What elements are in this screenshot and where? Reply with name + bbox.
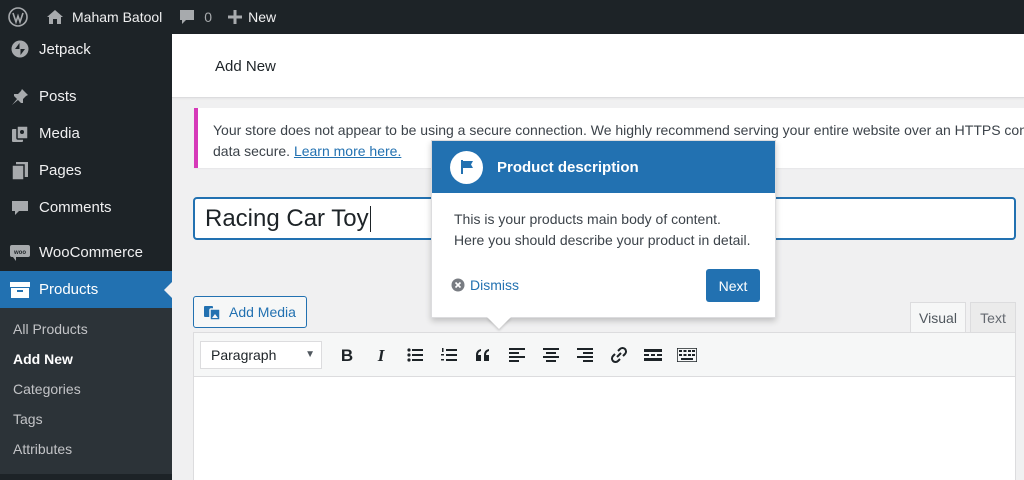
page-header: Add New [172,34,1024,98]
learn-more-link[interactable]: Learn more here. [294,143,401,159]
new-content-button[interactable]: New [220,0,284,34]
sidebar-item-label: Products [39,281,99,298]
dismiss-label: Dismiss [470,277,519,293]
notice-text-line2: data secure. [213,143,291,159]
align-left-button[interactable] [500,340,534,370]
submenu-all-products[interactable]: All Products [0,314,172,344]
blockquote-icon [476,348,489,361]
product-title-value: Racing Car Toy [205,204,369,232]
tab-visual[interactable]: Visual [910,302,966,333]
numbered-list-icon [441,347,457,361]
read-more-button[interactable] [636,340,670,370]
svg-text:B: B [341,347,353,363]
close-circle-icon [451,278,465,292]
sidebar-item-jetpack[interactable]: Jetpack [0,34,172,64]
dismiss-link[interactable]: Dismiss [451,277,519,293]
bulleted-list-icon [407,347,423,362]
toolbar-toggle-icon [677,347,697,362]
blockquote-button[interactable] [466,340,500,370]
italic-button[interactable]: I [364,340,398,370]
toolbar-toggle-button[interactable] [670,340,704,370]
sidebar-item-comments[interactable]: Comments [0,189,172,226]
submenu-tags[interactable]: Tags [0,404,172,434]
sidebar-item-pages[interactable]: Pages [0,152,172,189]
jetpack-icon [10,39,30,59]
text-caret [369,205,371,232]
format-select[interactable]: Paragraph ▼ [200,340,322,369]
svg-text:I: I [377,347,386,363]
archive-icon [10,280,30,300]
pointer-body: This is your products main body of conte… [432,193,775,251]
menu-separator [0,226,172,234]
dropdown-arrow-icon: ▼ [305,349,315,360]
site-name-link[interactable]: Maham Batool [36,0,170,34]
sidebar-item-media[interactable]: Media [0,115,172,152]
comment-icon [10,198,30,218]
content-editor: Paragraph ▼ B I [193,332,1016,480]
sidebar-item-posts[interactable]: Posts [0,78,172,115]
link-button[interactable] [602,340,636,370]
svg-text:woo: woo [13,250,26,256]
page-title: Add New [215,58,276,75]
pages-icon [10,161,30,181]
align-left-icon [509,347,525,362]
sidebar-item-products[interactable]: Products [0,271,173,308]
next-button[interactable]: Next [706,269,760,302]
site-name: Maham Batool [72,9,163,25]
wordpress-logo-icon[interactable] [0,0,36,34]
sidebar-item-label: WooCommerce [39,244,143,261]
product-description-pointer: Product description This is your product… [431,140,776,318]
comments-link[interactable]: 0 [170,0,220,34]
plus-icon [228,10,243,24]
new-label: New [248,9,277,25]
align-center-icon [543,347,559,362]
editor-toolbar: Paragraph ▼ B I [194,333,1015,377]
add-media-button[interactable]: Add Media [193,296,307,328]
notice-text: Your store does not appear to be using a… [213,122,1024,138]
submenu-attributes[interactable]: Attributes [0,434,172,464]
admin-sidebar: Jetpack Posts Media Pages Comments woo W… [0,34,173,480]
home-icon [47,10,63,24]
sidebar-item-label: Pages [39,162,82,179]
media-icon [204,306,221,321]
submenu-add-new[interactable]: Add New [0,344,172,374]
products-submenu: All Products Add New Categories Tags Att… [0,308,172,474]
tab-text[interactable]: Text [970,302,1016,333]
comments-count: 0 [204,9,213,25]
numbered-list-button[interactable] [432,340,466,370]
pin-icon [10,87,30,107]
pointer-body-line1: This is your products main body of conte… [454,211,721,227]
align-right-button[interactable] [568,340,602,370]
pointer-title: Product description [497,158,639,176]
flag-icon [450,150,483,184]
pointer-body-line2: Here you should describe your product in… [454,232,751,248]
sidebar-item-label: Comments [39,199,112,216]
sidebar-item-woocommerce[interactable]: woo WooCommerce [0,234,172,271]
add-media-label: Add Media [229,304,296,320]
woocommerce-icon: woo [10,243,30,263]
align-right-icon [577,347,593,362]
admin-bar: Maham Batool 0 New [0,0,1024,34]
pointer-header: Product description [432,141,775,193]
align-center-button[interactable] [534,340,568,370]
pointer-actions: Dismiss Next [432,269,775,302]
sidebar-item-label: Media [39,125,80,142]
bold-icon: B [341,347,353,363]
italic-icon: I [377,347,386,363]
sidebar-item-label: Posts [39,88,77,105]
format-value: Paragraph [211,346,277,363]
submenu-categories[interactable]: Categories [0,374,172,404]
bold-button[interactable]: B [330,340,364,370]
media-icon [10,124,30,144]
comment-icon [180,10,195,24]
sidebar-item-label: Jetpack [39,40,91,58]
bulleted-list-button[interactable] [398,340,432,370]
link-icon [610,346,628,363]
pointer-arrow [487,317,511,329]
read-more-icon [644,348,662,361]
